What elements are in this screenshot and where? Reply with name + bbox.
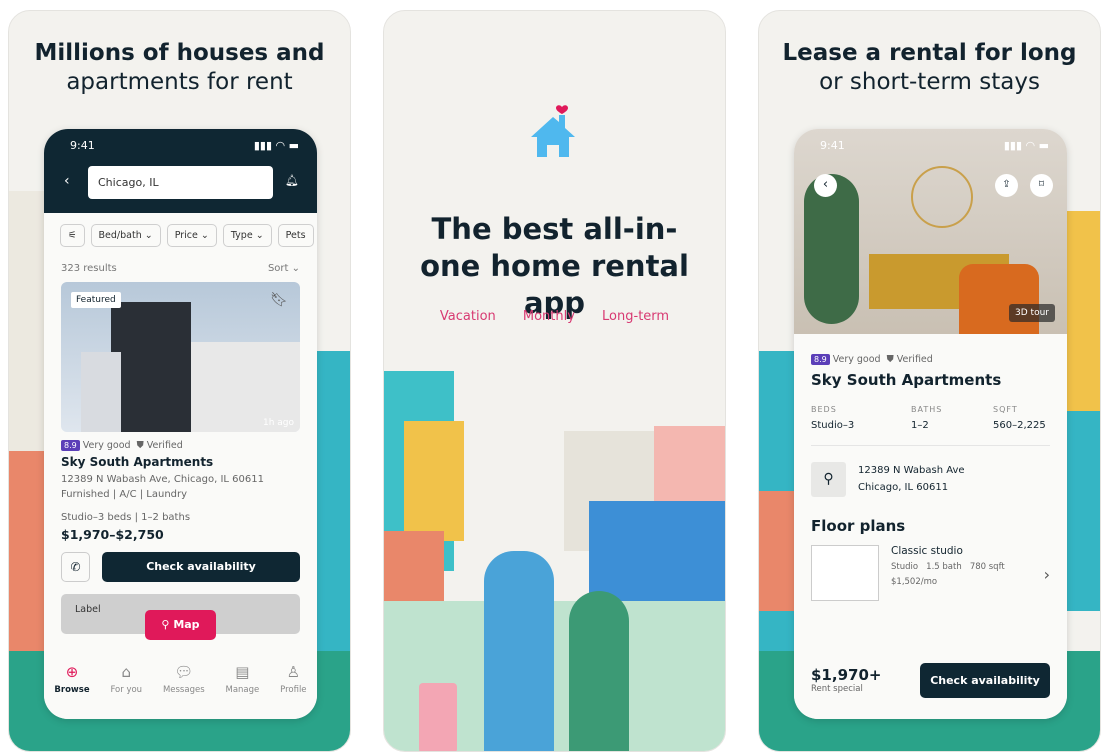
category-vacation: Vacation <box>439 309 496 324</box>
address-line-2: Chicago, IL 60611 <box>858 482 949 493</box>
plan-details: Studio 1.5 bath 780 sqft <box>891 562 1005 572</box>
panel-headline: Millions of houses and apartments for ren… <box>34 40 325 95</box>
status-time: 9:41 <box>820 139 845 152</box>
filter-settings-icon[interactable]: ⚟ <box>60 224 85 247</box>
rating-label: Very good <box>832 354 881 365</box>
bottom-bar: $1,970+ Rent special Check availability <box>794 641 1067 719</box>
phone-call-icon[interactable]: ✆ <box>61 552 90 582</box>
stat-label: SQFT <box>993 405 1018 414</box>
browse-icon: ⊕ <box>65 663 79 681</box>
back-icon[interactable]: ‹ <box>64 173 70 189</box>
nav-browse[interactable]: ⊕ Browse <box>54 663 89 719</box>
stat-value: 1–2 <box>911 420 929 431</box>
verified-label: Verified <box>896 354 933 365</box>
rating-label: Very good <box>82 440 131 451</box>
bell-icon[interactable]: 🔔︎ <box>285 174 299 187</box>
bg-building <box>654 426 725 506</box>
floor-plan-item[interactable]: Classic studio Studio 1.5 bath 780 sqft … <box>794 535 1067 601</box>
phone-browse: 9:41 ▮▮▮ ◠ ▬ ‹ Chicago, IL 🔔︎ ⚟ Bed/bath … <box>44 129 317 719</box>
share-icon[interactable]: ⇪ <box>995 174 1018 197</box>
bookmark-icon[interactable]: 🔖︎ <box>270 292 288 308</box>
phone-listing-details: 9:41 ▮▮▮ ◠ ▬ ‹ ⇪ ⌑ 3D tour 8.9 Very good ⛊… <box>794 129 1067 719</box>
listing-amenities: Furnished | A/C | Laundry <box>61 489 188 500</box>
results-count: 323 results <box>61 263 117 274</box>
person-illustration <box>484 551 554 751</box>
floor-plans-heading: Floor plans <box>811 517 906 535</box>
listing-beds-baths: Studio–3 beds | 1–2 baths <box>61 512 191 523</box>
rating-badge: 8.9 <box>811 354 830 365</box>
address-row[interactable]: ⚲ 12389 N Wabash Ave Chicago, IL 60611 <box>794 446 1067 497</box>
status-icons: ▮▮▮ ◠ ▬ <box>1003 139 1049 152</box>
address-line-1: 12389 N Wabash Ave <box>858 465 965 476</box>
for-you-icon: ⌂ <box>121 663 132 681</box>
suitcase-illustration <box>419 683 457 751</box>
posted-time: 1h ago <box>262 418 294 428</box>
nav-for-you[interactable]: ⌂ For you <box>110 663 142 719</box>
status-time: 9:41 <box>70 139 95 152</box>
check-availability-button[interactable]: Check availability <box>102 552 300 582</box>
check-availability-button[interactable]: Check availability <box>920 662 1050 698</box>
manage-icon: ▤ <box>235 663 250 681</box>
bg-building <box>9 451 49 651</box>
map-pin-icon: ⚲ <box>811 462 846 497</box>
messages-icon: 💬︎ <box>174 663 194 681</box>
nav-messages[interactable]: 💬︎ Messages <box>163 663 205 719</box>
listing-stats: BEDS Studio–3 BATHS 1–2 SQFT 560–2,225 <box>794 389 1067 431</box>
nav-manage[interactable]: ▤ Manage <box>225 663 259 719</box>
listing-price: $1,970–$2,750 <box>61 527 164 542</box>
search-input[interactable]: Chicago, IL <box>88 166 273 199</box>
screenshot-panel-browse: Millions of houses and apartments for ren… <box>8 10 351 752</box>
stat-label: BATHS <box>911 405 943 414</box>
bottom-nav: ⊕ Browse ⌂ For you 💬︎ Messages ▤ Manage ♙ Pro… <box>44 653 317 719</box>
filter-type[interactable]: Type ⌄ <box>222 224 272 247</box>
house-heart-logo-icon <box>531 105 575 157</box>
price: $1,970+ <box>811 666 882 684</box>
panel-headline: Lease a rental for long or short-term sta… <box>782 40 1077 95</box>
listing-name[interactable]: Sky South Apartments <box>44 451 317 469</box>
bg-building <box>1062 411 1100 611</box>
chevron-right-icon: › <box>1043 565 1050 584</box>
bg-building <box>404 421 464 541</box>
rating-badge: 8.9 <box>61 440 80 451</box>
featured-badge: Featured <box>71 292 121 308</box>
screenshot-panel-details: Lease a rental for long or short-term sta… <box>758 10 1101 752</box>
search-header: 9:41 ▮▮▮ ◠ ▬ ‹ Chicago, IL 🔔︎ <box>44 129 317 213</box>
listing-address: 12389 N Wabash Ave, Chicago, IL 60611 <box>61 474 264 485</box>
stat-label: BEDS <box>811 405 837 414</box>
category-long-term: Long-term <box>602 309 670 324</box>
bg-building <box>759 491 799 611</box>
profile-icon: ♙ <box>286 663 301 681</box>
bookmark-icon[interactable]: ⌑ <box>1030 174 1053 197</box>
filter-price[interactable]: Price ⌄ <box>166 224 217 247</box>
filter-pets[interactable]: Pets <box>277 224 314 247</box>
bg-building <box>1062 211 1100 411</box>
stat-value: 560–2,225 <box>993 420 1046 431</box>
verified-label: Verified <box>146 440 183 451</box>
map-button[interactable]: ⚲ Map <box>145 610 216 640</box>
floor-plan-thumbnail <box>811 545 879 601</box>
photo-label: Label <box>75 604 101 615</box>
plan-name: Classic studio <box>891 545 963 557</box>
armchair <box>959 264 1039 334</box>
plan-price: $1,502/mo <box>891 577 938 587</box>
3d-tour-button[interactable]: 3D tour <box>1009 304 1055 322</box>
back-icon[interactable]: ‹ <box>814 174 837 197</box>
listing-photo[interactable]: 9:41 ▮▮▮ ◠ ▬ ‹ ⇪ ⌑ 3D tour <box>794 129 1067 334</box>
stat-value: Studio–3 <box>811 420 855 431</box>
sort-button[interactable]: Sort ⌄ <box>268 263 300 274</box>
status-icons: ▮▮▮ ◠ ▬ <box>253 139 299 152</box>
listing-photo[interactable]: Featured 🔖︎ 1h ago <box>61 282 300 432</box>
verified-icon: ⛊ <box>136 440 144 451</box>
mirror <box>911 166 973 228</box>
category-monthly: Monthly <box>522 309 575 324</box>
listing-name: Sky South Apartments <box>811 371 1002 389</box>
plant <box>804 174 859 324</box>
person-illustration <box>569 591 629 751</box>
filter-bed-bath[interactable]: Bed/bath ⌄ <box>90 224 161 247</box>
nav-profile[interactable]: ♙ Profile <box>280 663 306 719</box>
screenshot-panel-intro: The best all-in-one home rental app Vaca… <box>383 10 726 752</box>
verified-icon: ⛊ <box>886 354 894 365</box>
price-note: Rent special <box>811 684 863 694</box>
